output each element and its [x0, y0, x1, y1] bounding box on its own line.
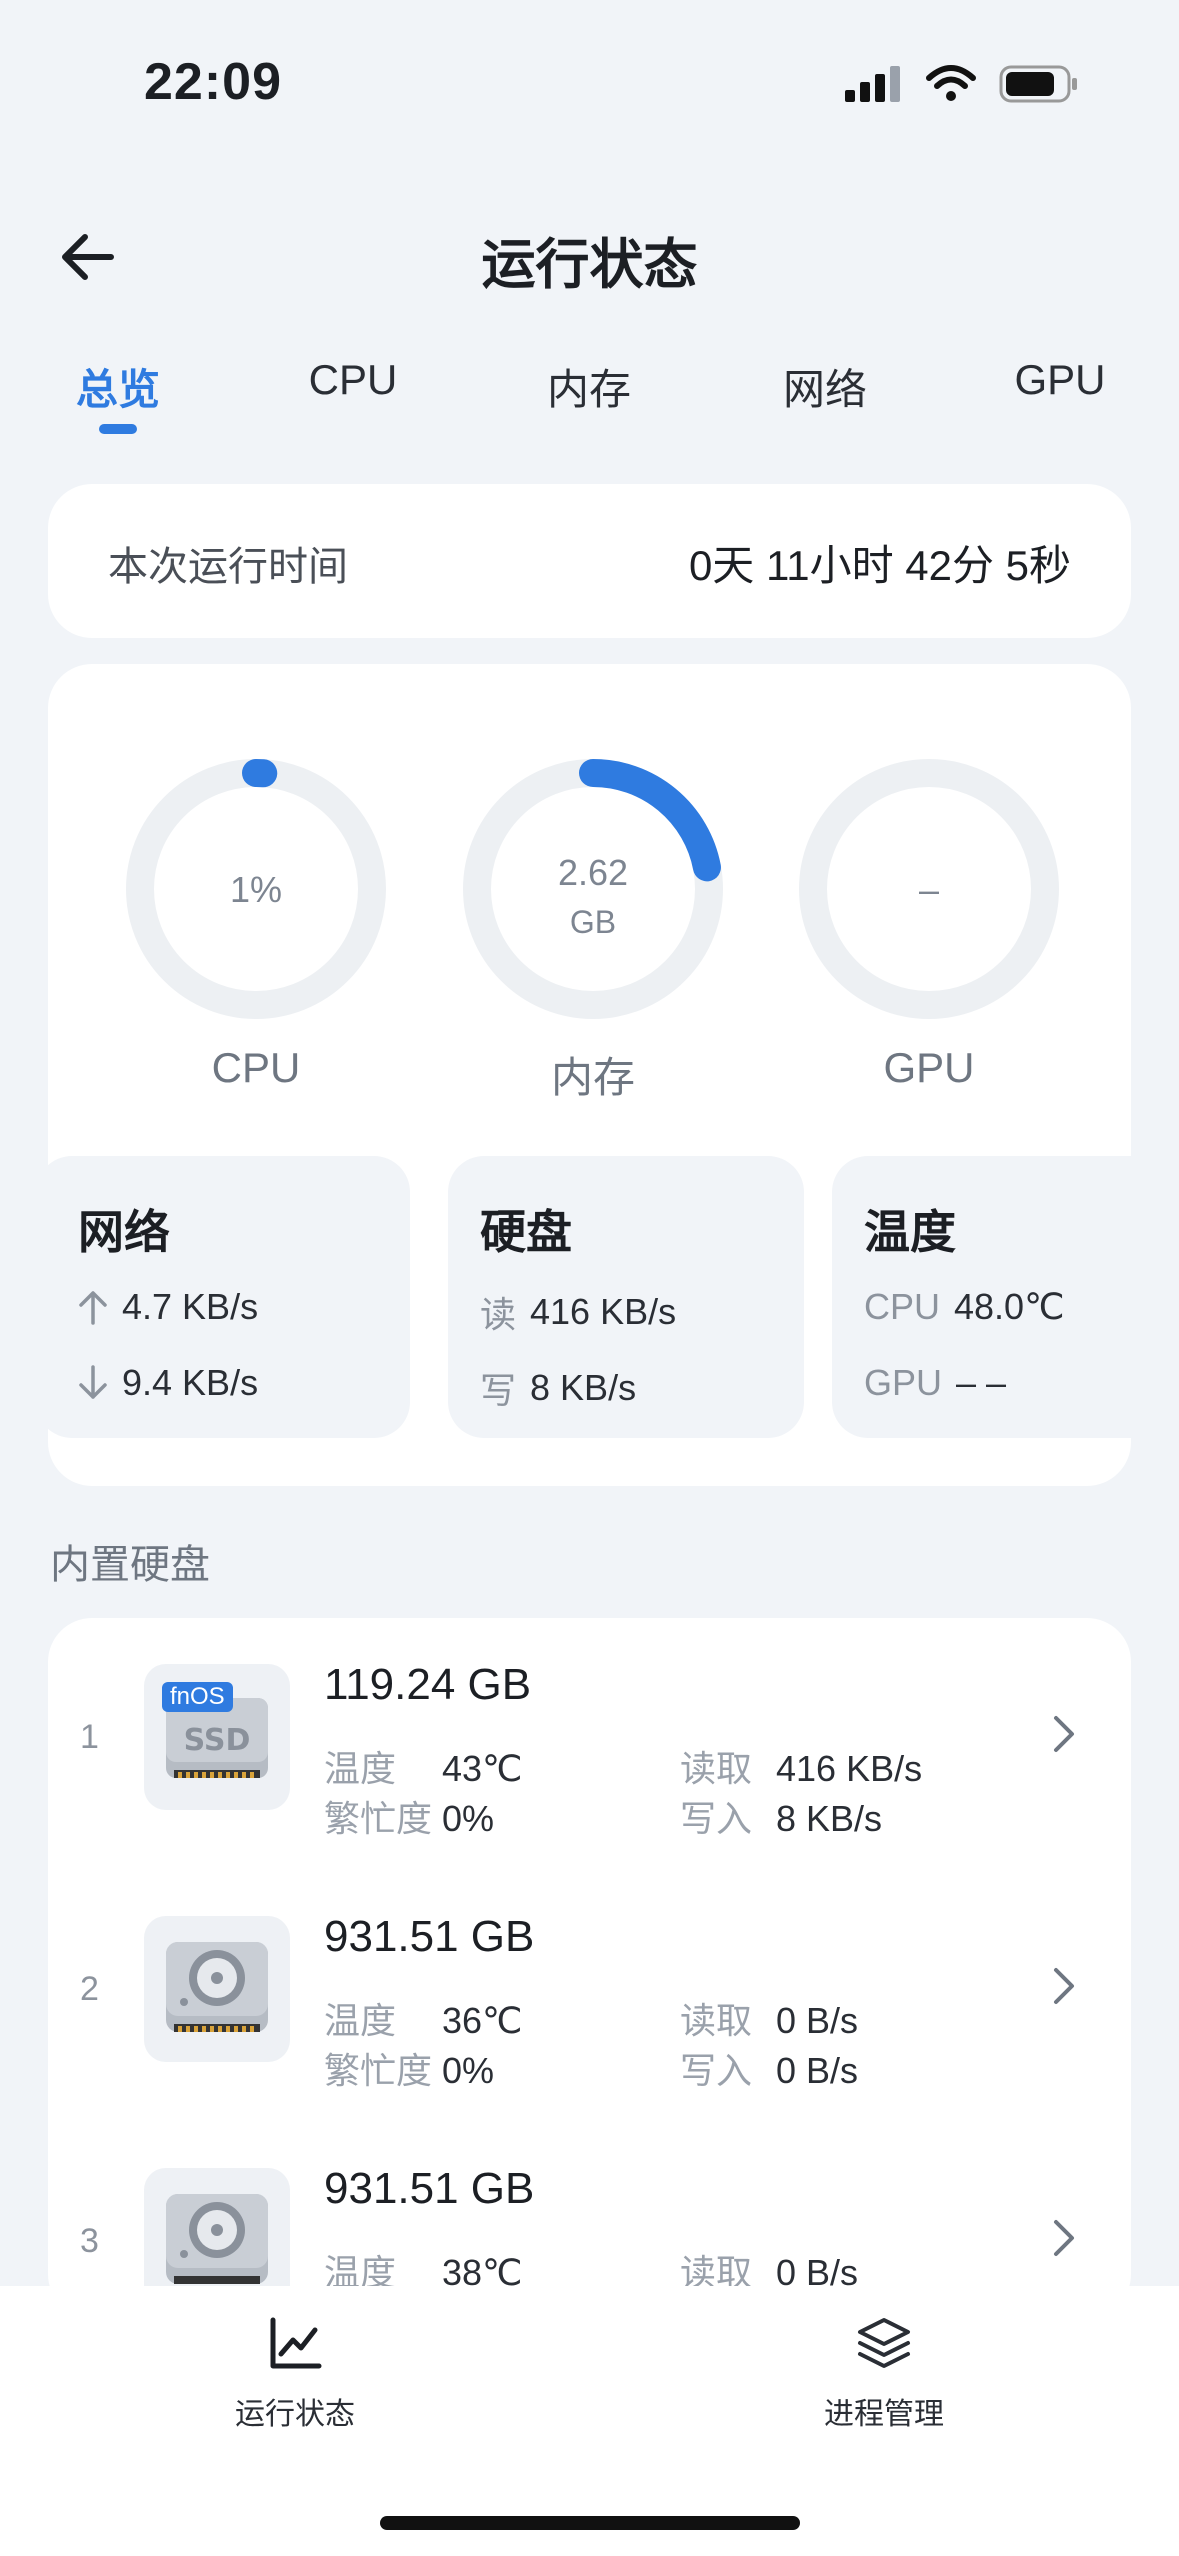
hdd-icon [144, 1916, 290, 2062]
temperature-cpu-label: CPU [864, 1286, 941, 1327]
nav-item-status[interactable]: 运行状态 [165, 2316, 425, 2433]
disk-write-label: 写 [480, 1370, 517, 1411]
disk-size: 931.51 GB [324, 2164, 535, 2213]
nav-label-status: 运行状态 [235, 2398, 355, 2431]
hdd-drive-graphic [166, 1942, 268, 2032]
uptime-card: 本次运行时间 0天 11小时 42分 5秒 [48, 484, 1131, 638]
battery-icon [999, 65, 1077, 103]
disk-index: 1 [80, 1718, 99, 1756]
arrow-up-icon [79, 1291, 107, 1325]
temperature-gpu-label: GPU [864, 1362, 943, 1403]
status-icons [843, 64, 1079, 104]
disk-write: 写入 8 KB/s [680, 1798, 883, 1839]
disk-tile-title: 硬盘 [480, 1206, 572, 1258]
cpu-gauge[interactable]: 1% CPU [121, 754, 391, 1094]
disk-busy: 繁忙度 0% [324, 1798, 495, 1839]
layers-icon [858, 2318, 910, 2368]
disk-read-value: 416 KB/s [530, 1291, 677, 1332]
disk-size: 931.51 GB [324, 1912, 535, 1961]
home-indicator [380, 2516, 800, 2530]
uptime-value: 0天 11小时 42分 5秒 [688, 542, 1071, 589]
chevron-right-icon [1054, 1968, 1074, 2004]
disk-write-value: 8 KB/s [530, 1367, 637, 1408]
gpu-gauge-value: – [918, 869, 940, 910]
disk-read: 读取 0 B/s [680, 2000, 859, 2041]
chevron-right-icon [1054, 2220, 1074, 2256]
overview-card: 1% CPU 2.62 GB 内存 – GPU 网络 4.7 KB/s 9.4 … [48, 664, 1131, 1486]
temperature-tile[interactable]: 温度 CPU 48.0℃ GPU – – [832, 1156, 1131, 1438]
svg-text:SSD: SSD [184, 1723, 251, 1758]
disk-read-label: 读 [480, 1294, 517, 1335]
gpu-gauge-label: GPU [883, 1044, 975, 1091]
tab-network[interactable]: 网络 [783, 356, 867, 417]
tab-cpu[interactable]: CPU [309, 356, 398, 404]
disk-temp: 温度 43℃ [324, 1748, 523, 1789]
chart-line-icon [270, 2317, 322, 2369]
tab-bar: 总览 CPU 内存 网络 GPU [0, 340, 1179, 450]
temperature-cpu-value: 48.0℃ [954, 1286, 1065, 1327]
memory-gauge-value: 2.62 [557, 852, 629, 893]
status-bar: 22:09 [0, 0, 1179, 170]
uptime-label: 本次运行时间 [108, 545, 348, 589]
disk-read-row: 读 416 KB/s [480, 1286, 676, 1338]
disk-write-row: 写 8 KB/s [480, 1362, 636, 1414]
disk-size: 119.24 GB [324, 1660, 532, 1709]
network-tile[interactable]: 网络 4.7 KB/s 9.4 KB/s [48, 1156, 410, 1438]
arrow-down-icon [79, 1365, 107, 1399]
builtin-disks-title: 内置硬盘 [50, 1543, 210, 1587]
disk-list: 1 fnOS SSD 119.24 GB 温度 43℃ 繁忙度 0% 读取 416 K… [48, 1618, 1131, 2318]
temperature-gpu-value: – – [956, 1362, 1007, 1403]
tab-indicator [99, 424, 137, 434]
disk-row[interactable]: 1 fnOS SSD 119.24 GB 温度 43℃ 繁忙度 0% 读取 416 K… [48, 1618, 1131, 1868]
gpu-gauge[interactable]: – GPU [794, 754, 1064, 1094]
network-download-row: 9.4 KB/s [78, 1362, 258, 1404]
network-download-value: 9.4 KB/s [122, 1362, 259, 1403]
ssd-icon: fnOS SSD [144, 1664, 290, 1810]
disk-read: 读取 416 KB/s [680, 1748, 923, 1789]
chevron-right-icon [1054, 1716, 1074, 1752]
status-time: 22:09 [144, 53, 282, 111]
tab-overview[interactable]: 总览 [76, 356, 160, 417]
memory-gauge[interactable]: 2.62 GB 内存 [458, 754, 728, 1101]
disk-row[interactable]: 2 931.51 GB 温度 36℃ 繁忙度 0% 读取 0 B/s 写入 0 B/s [48, 1870, 1131, 2120]
app-header: 运行状态 [0, 200, 1179, 310]
fnos-badge: fnOS [162, 1682, 233, 1712]
network-upload-value: 4.7 KB/s [122, 1286, 259, 1327]
temperature-tile-title: 温度 [864, 1206, 956, 1258]
cpu-gauge-value: 1% [229, 869, 283, 910]
nav-item-processes[interactable]: 进程管理 [754, 2316, 1014, 2433]
page-title: 运行状态 [481, 235, 698, 295]
disk-write: 写入 0 B/s [680, 2050, 859, 2091]
temperature-cpu-row: CPU 48.0℃ [864, 1286, 1065, 1328]
tab-gpu[interactable]: GPU [1014, 356, 1105, 404]
signal-icon [845, 66, 900, 102]
memory-gauge-unit: GB [569, 904, 617, 940]
network-upload-row: 4.7 KB/s [78, 1286, 258, 1328]
disk-index: 3 [80, 2222, 99, 2260]
disk-index: 2 [80, 1970, 99, 2008]
disk-tile[interactable]: 硬盘 读 416 KB/s 写 8 KB/s [448, 1156, 804, 1438]
memory-gauge-label: 内存 [550, 1054, 635, 1101]
nav-label-processes: 进程管理 [824, 2398, 944, 2431]
tab-memory[interactable]: 内存 [547, 356, 631, 417]
cpu-gauge-label: CPU [211, 1044, 301, 1091]
disk-busy: 繁忙度 0% [324, 2050, 495, 2091]
network-tile-title: 网络 [78, 1206, 170, 1258]
disk-temp: 温度 36℃ [324, 2000, 523, 2041]
wifi-icon [926, 65, 976, 101]
temperature-gpu-row: GPU – – [864, 1362, 1006, 1404]
